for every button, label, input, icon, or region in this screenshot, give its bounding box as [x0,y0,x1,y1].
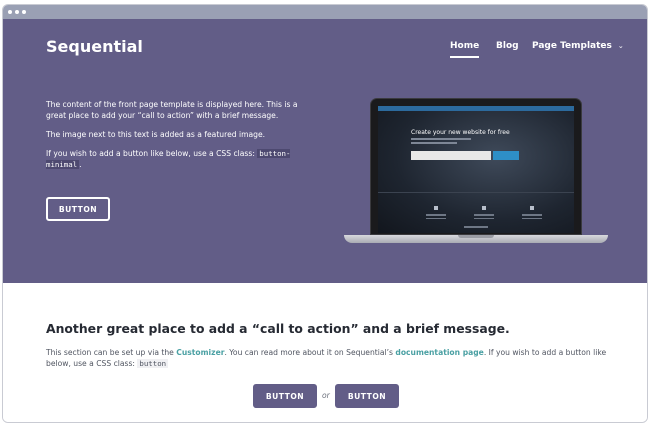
screen-feature [474,206,494,221]
nav-item-page-templates[interactable]: Page Templates ⌄ [532,41,624,51]
or-label: or [322,391,330,400]
screen-title: Create your new website for free [411,129,510,136]
laptop-notch [458,235,494,238]
screen-subtitle-line [411,142,457,144]
cta-section: Another great place to add a “call to ac… [3,283,647,422]
hero-text: The content of the front page template i… [46,99,312,178]
cta-text-part: This section can be set up via the [46,348,177,357]
cta-button-secondary[interactable]: BUTTON [335,384,399,408]
cta-text: This section can be set up via the Custo… [46,347,616,369]
nav-item-label: Page Templates [532,41,612,51]
feature-icon [530,206,534,210]
screen-feature [426,206,446,221]
hero-paragraph: If you wish to add a button like below, … [46,148,312,170]
window-dot-icon[interactable] [22,10,26,14]
laptop-lid: Create your new website for free [370,98,582,235]
hero-paragraph: The image next to this text is added as … [46,130,266,139]
screen-subtitle-line [411,138,471,140]
nav-item-blog[interactable]: Blog [496,41,519,51]
hero-paragraph-text: . [79,160,82,169]
laptop-screen: Create your new website for free [378,106,574,233]
documentation-link[interactable]: documentation page [395,348,483,357]
hero-button[interactable]: BUTTON [46,197,110,221]
browser-window: Sequential Home Blog Page Templates ⌄ The… [2,4,648,423]
browser-chrome-bar [3,5,647,19]
feature-icon [434,206,438,210]
feature-icon [482,206,486,210]
screen-topbar [378,106,574,111]
hero-paragraph: The content of the front page template i… [46,100,298,120]
hero-paragraph-text: If you wish to add a button like below, … [46,149,258,158]
cta-button-primary[interactable]: BUTTON [253,384,317,408]
screen-divider [378,192,574,193]
chevron-down-icon[interactable]: ⌄ [618,42,624,50]
code-snippet: button [137,359,169,368]
cta-text-part: . You can read more about it on Sequenti… [224,348,396,357]
window-dot-icon[interactable] [8,10,12,14]
customizer-link[interactable]: Customizer [176,348,224,357]
featured-image: Create your new website for free [344,98,608,258]
screen-search-field [411,151,491,160]
site-title[interactable]: Sequential [46,37,143,56]
cta-heading: Another great place to add a “call to ac… [46,321,510,336]
hero-section: Sequential Home Blog Page Templates ⌄ The… [3,19,647,283]
nav-item-home[interactable]: Home [450,41,480,58]
screen-search-button [493,151,519,160]
screen-footer-line [464,226,488,228]
window-dot-icon[interactable] [15,10,19,14]
screen-feature [522,206,542,221]
